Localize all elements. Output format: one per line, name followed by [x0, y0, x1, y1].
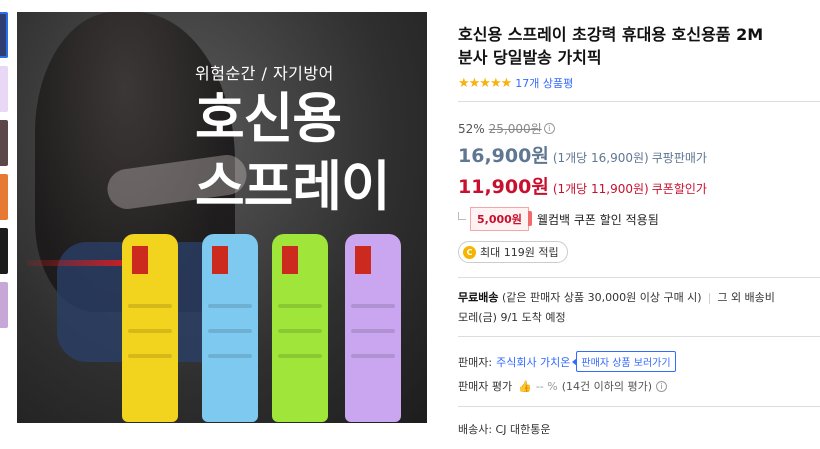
seller-eval-note: (14건 이하의 평가) — [561, 380, 652, 393]
other-shipping-fee: 그 외 배송비 — [717, 291, 775, 304]
info-icon[interactable]: i — [656, 380, 667, 392]
product-title-line2: 분사 당일발송 가치픽 — [458, 48, 602, 67]
coupang-price-label: 쿠팡판매가 — [651, 151, 707, 165]
hero-headline-2: 스프레이 — [195, 155, 391, 218]
divider — [458, 336, 820, 337]
product-info-panel: 호신용 스프레이 초강력 휴대용 호신용품 2M 분사 당일발송 가치픽 ★★★… — [458, 0, 820, 449]
shipping-condition: (같은 판매자 상품 30,000원 이상 구매 시) — [501, 291, 702, 304]
delivery-eta: 모레(금) 9/1 도착 예정 — [458, 311, 566, 324]
coupang-price: 16,900원 — [458, 145, 549, 167]
shipping-info: 무료배송 (같은 판매자 상품 30,000원 이상 구매 시) | 그 외 배송비… — [458, 291, 775, 324]
coupang-unit-price: (1개당 16,900원) — [552, 151, 649, 165]
coupon-price-label: 쿠폰할인가 — [651, 182, 707, 196]
spray-purple — [345, 234, 401, 422]
thumbnail-4[interactable] — [0, 174, 8, 220]
coupon-connector — [458, 212, 466, 220]
hero-subtitle: 위험순간 / 자기방어 — [195, 64, 334, 83]
coupon-price-row: 11,900원 (1개당 11,900원) 쿠폰할인가 — [458, 172, 820, 199]
divider — [458, 406, 820, 407]
seller-label: 판매자: — [458, 355, 493, 369]
coupang-price-row: 16,900원 (1개당 16,900원) 쿠팡판매가 — [458, 141, 820, 168]
coupon-row: 5,000원 웰컴백 쿠폰 할인 적용됨 — [458, 207, 820, 231]
thumbnail-3[interactable] — [0, 120, 8, 166]
seller-products-tooltip[interactable]: 판매자 상품 보러가기 — [572, 351, 676, 372]
coupon-badge[interactable]: 5,000원 — [470, 207, 532, 231]
cashback-text: 최대 119원 적립 — [480, 246, 559, 259]
cashback-badge[interactable]: C 최대 119원 적립 — [458, 241, 568, 263]
seller-eval-value: -- % — [535, 379, 558, 393]
spray-blue — [202, 234, 258, 422]
main-product-image[interactable]: 위험순간 / 자기방어 호신용 스프레이 — [17, 12, 427, 423]
star-rating-icon: ★★★★★ — [458, 75, 512, 91]
free-shipping-label: 무료배송 — [458, 291, 499, 304]
product-title-line1: 호신용 스프레이 초강력 휴대용 호신용품 2M — [458, 25, 764, 44]
seller-eval-label: 판매자 평가 — [458, 380, 513, 393]
seller-eval-row: 판매자 평가 👍 -- % (14건 이하의 평가) i — [458, 378, 820, 394]
discount-row: 52% 25,000원 i — [458, 120, 820, 137]
discount-rate: 52% — [458, 121, 485, 136]
info-icon[interactable]: i — [543, 123, 555, 134]
original-price: 25,000원 — [488, 122, 542, 136]
thumbnail-2[interactable] — [0, 66, 8, 112]
seller-name-link[interactable]: 주식회사 가치온 — [496, 354, 570, 370]
coupon-price: 11,900원 — [458, 176, 549, 198]
coupon-unit-price: (1개당 11,900원) — [552, 182, 649, 196]
seller-row: 판매자: 주식회사 가치온 판매자 상품 보러가기 — [458, 351, 820, 372]
divider — [458, 101, 820, 102]
cash-coin-icon: C — [463, 245, 476, 259]
rating-row: ★★★★★ 17개 상품평 — [458, 75, 820, 91]
thumbnail-5[interactable] — [0, 228, 8, 274]
coupon-applied-text: 웰컴백 쿠폰 할인 적용됨 — [536, 212, 659, 227]
courier-info: 배송사: CJ 대한통운 — [458, 423, 551, 436]
spray-green — [272, 234, 328, 422]
thumbnail-1[interactable] — [0, 12, 8, 58]
review-count-link[interactable]: 17개 상품평 — [515, 75, 573, 91]
thumbs-up-icon: 👍 — [518, 379, 532, 393]
divider — [458, 277, 820, 278]
spray-yellow — [122, 234, 178, 422]
thumbnail-strip — [0, 12, 8, 336]
hero-headline-1: 호신용 — [195, 87, 342, 150]
thumbnail-6[interactable] — [0, 282, 8, 328]
